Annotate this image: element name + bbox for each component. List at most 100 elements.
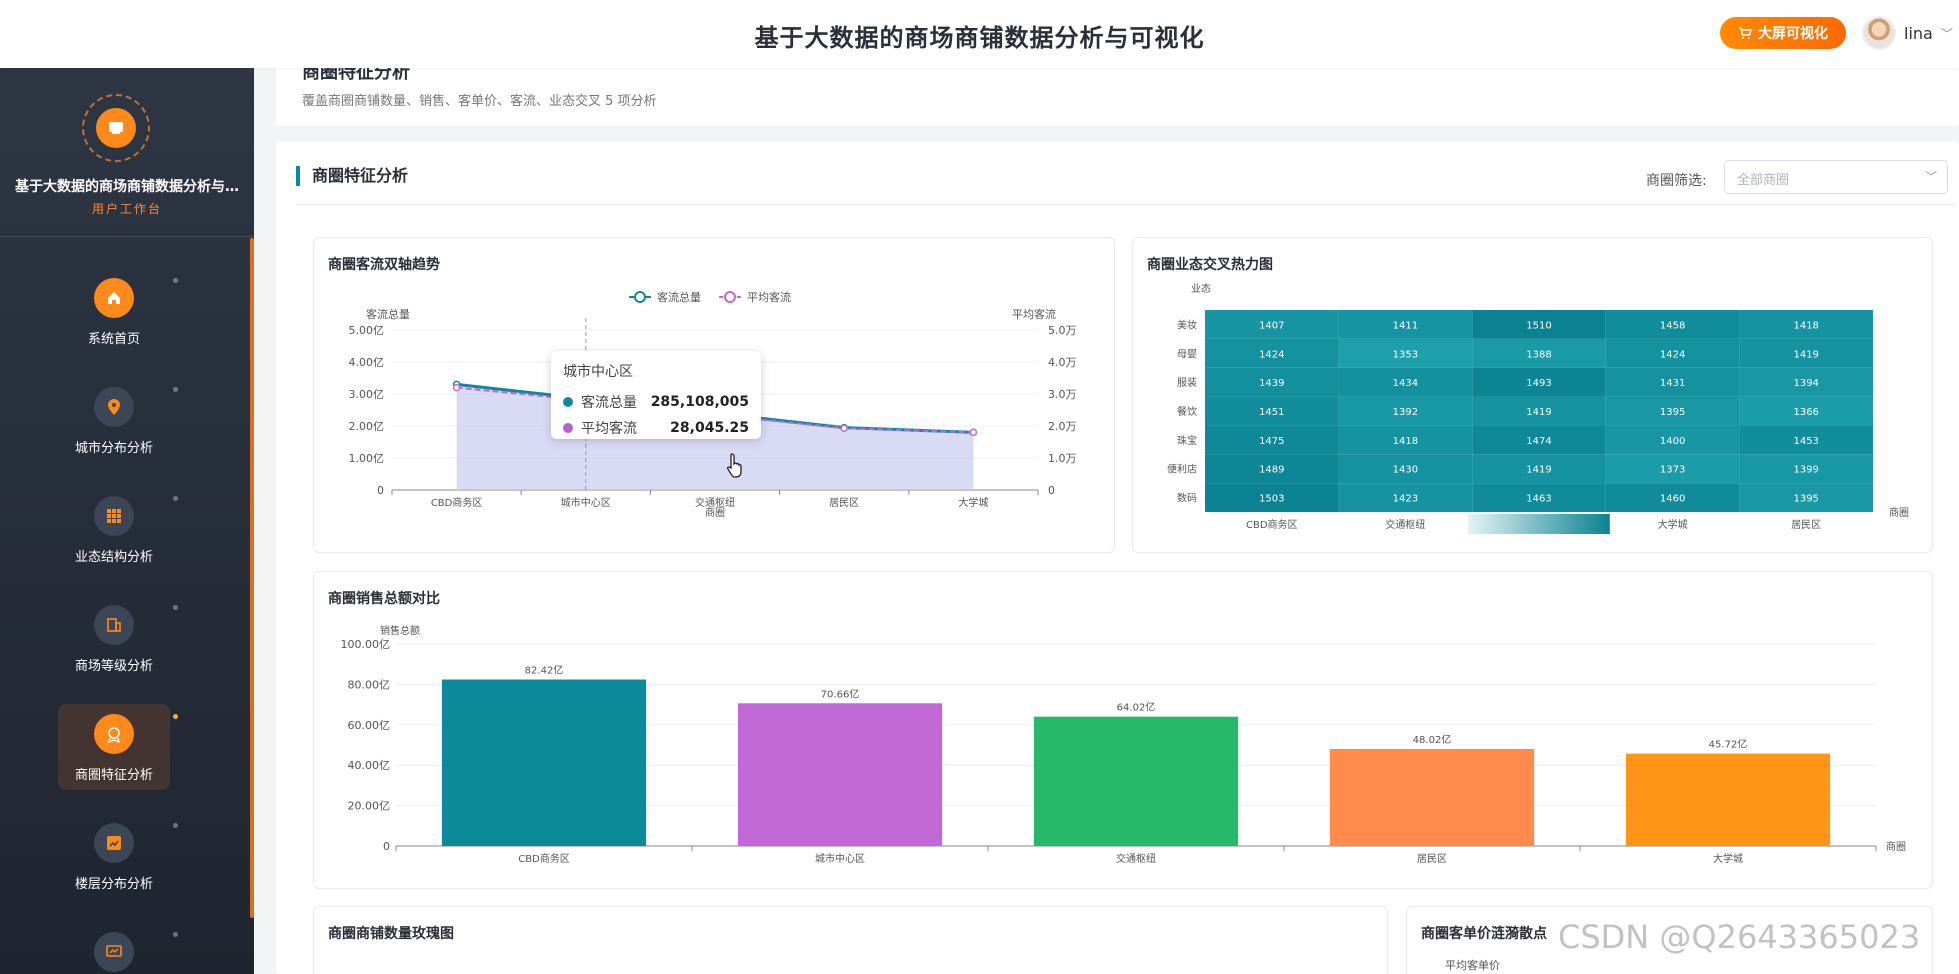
user-name: lina: [1904, 23, 1933, 43]
heat-cell-label: 1475: [1259, 436, 1284, 447]
heat-cell-label: 1510: [1526, 320, 1551, 331]
heat-cell-label: 1418: [1793, 320, 1818, 331]
heat-cell-label: 1394: [1793, 378, 1818, 389]
bigscreen-button[interactable]: 大屏可视化: [1720, 17, 1846, 49]
x-tick-label: 交通枢纽: [1116, 852, 1156, 865]
heat-cell-label: 1392: [1393, 407, 1418, 418]
card-title: 商圈商铺数量玫瑰图: [328, 926, 454, 942]
series-dot: [563, 423, 573, 433]
y-tick-label: 珠宝: [1177, 434, 1197, 447]
heat-cell-label: 1353: [1393, 349, 1418, 360]
tooltip-series-value: 285,108,005: [650, 394, 749, 410]
y-tick-label: 美妆: [1177, 318, 1197, 331]
data-label: 45.72亿: [1709, 738, 1748, 751]
heat-cell-label: 1419: [1526, 407, 1551, 418]
heat-cell-label: 1431: [1660, 378, 1685, 389]
presentation-icon: [106, 945, 122, 957]
nav-dot: [173, 496, 178, 501]
y-tick-label: 0: [377, 484, 384, 497]
rose-card: 商圈商铺数量玫瑰图: [313, 906, 1388, 974]
heat-cell-label: 1424: [1259, 349, 1284, 360]
y-tick-label: 1.00亿: [349, 452, 385, 465]
sidebar-item-more[interactable]: [58, 922, 178, 974]
sidebar-item-home[interactable]: 系统首页: [58, 268, 178, 354]
y-tick-label: 2.00亿: [349, 420, 385, 433]
legend-marker: [634, 291, 646, 303]
y-axis-title: 业态: [1191, 282, 1211, 295]
watermark: CSDN @Q2643365023: [1558, 918, 1921, 956]
page-description: 覆盖商圈商铺数量、销售、客单价、客流、业态交叉 5 项分析: [302, 94, 657, 109]
sidebar-item-district[interactable]: 商圈特征分析: [58, 704, 178, 790]
district-filter-select[interactable]: 全部商圈 ﹀: [1724, 160, 1948, 194]
y2-tick-label: 4.0万: [1048, 356, 1077, 369]
heat-cell-label: 1366: [1793, 407, 1818, 418]
x-tick-label: 居民区: [829, 497, 859, 509]
user-menu[interactable]: lina ﹀: [1862, 14, 1953, 52]
heat-cell-label: 1463: [1526, 494, 1551, 505]
heatmap-chart: 业态美妆 1407 1411 1510 1458 1418 母婴 1424 1353 1388 14…: [1167, 282, 1909, 534]
heat-cell-label: 1453: [1793, 436, 1818, 447]
heat-cell-label: 1493: [1526, 378, 1551, 389]
sidebar: 基于大数据的商场商铺数据分析与… 用户工作台 系统首页 城市分布分析 业态结构分…: [0, 68, 254, 974]
heat-cell-label: 1373: [1660, 465, 1685, 476]
heat-cell-label: 1419: [1793, 349, 1818, 360]
heat-cell-label: 1434: [1393, 378, 1418, 389]
nav-dot: [173, 932, 178, 937]
nav-dot: [173, 823, 178, 828]
grid-icon: [107, 509, 121, 523]
heat-cell-label: 1388: [1526, 349, 1551, 360]
x-tick-label: 交通枢纽: [1385, 518, 1425, 531]
sidebar-item-floor[interactable]: 楼层分布分析: [58, 813, 178, 899]
heat-cell-label: 1439: [1259, 378, 1284, 389]
sidebar-item-city[interactable]: 城市分布分析: [58, 377, 178, 463]
x-tick-label: 大学城: [958, 496, 988, 509]
y-tick-label: 0: [383, 840, 390, 853]
section-divider: [296, 204, 1956, 205]
y-tick-label: 母婴: [1177, 348, 1197, 360]
tooltip-series-name: 客流总量: [581, 395, 637, 411]
section-title: 商圈特征分析: [296, 166, 408, 186]
sidebar-item-label: 系统首页: [87, 332, 140, 347]
chart-tooltip: 城市中心区 客流总量 285,108,005 平均客流 28,045.25: [551, 351, 761, 439]
sidebar-app-name: 基于大数据的商场商铺数据分析与…: [15, 179, 239, 195]
y-tick-label: 4.00亿: [349, 356, 385, 369]
y-tick-label: 40.00亿: [348, 759, 391, 772]
x-tick-label: 城市中心区: [561, 496, 611, 509]
bigscreen-label: 大屏可视化: [1758, 26, 1828, 42]
heat-cell-label: 1399: [1793, 465, 1818, 476]
x-tick-label: CBD商务区: [518, 852, 570, 865]
series-dot: [563, 397, 573, 407]
sidebar-item-format[interactable]: 业态结构分析: [58, 486, 178, 572]
y-tick-label: 60.00亿: [348, 719, 391, 732]
x-axis-title: 商圈: [705, 506, 725, 519]
home-icon: [108, 292, 120, 304]
heat-cell-label: 1395: [1660, 407, 1685, 418]
tooltip-series-name: 平均客流: [581, 421, 637, 437]
data-label: 48.02亿: [1413, 733, 1452, 746]
sales-chart: 销售总额 0 20.00亿 40.00亿 60.00亿 80.00亿 100.00亿 82.4…: [341, 624, 1907, 865]
nav-dot: [173, 278, 178, 283]
x-tick-label: 居民区: [1791, 519, 1821, 531]
sidebar-scrollbar[interactable]: [250, 238, 254, 918]
shop-icon: [109, 122, 123, 134]
heat-cell-label: 1418: [1393, 436, 1418, 447]
cart-icon: [1739, 27, 1752, 39]
y-axis-title: 销售总额: [380, 624, 420, 637]
heat-cell-label: 1503: [1259, 494, 1284, 505]
y2-tick-label: 2.0万: [1048, 420, 1077, 433]
heat-cell-label: 1423: [1393, 494, 1418, 505]
building-icon: [107, 618, 121, 632]
x-axis-title: 商圈: [1886, 840, 1906, 853]
visual-map-bar: [1468, 514, 1610, 534]
avatar[interactable]: [1862, 16, 1896, 50]
y-tick-label: 服装: [1177, 376, 1197, 389]
data-point: [840, 424, 848, 432]
x-tick-label: CBD商务区: [431, 496, 483, 509]
hand-cursor-icon: [726, 453, 742, 478]
tooltip-title: 城市中心区: [563, 364, 633, 380]
location-pin-icon: [108, 399, 120, 415]
y-tick-label: 5.00亿: [349, 324, 385, 337]
y2-tick-label: 0: [1048, 484, 1055, 497]
heat-cell-label: 1419: [1526, 465, 1551, 476]
sidebar-item-grade[interactable]: 商场等级分析: [58, 595, 178, 681]
